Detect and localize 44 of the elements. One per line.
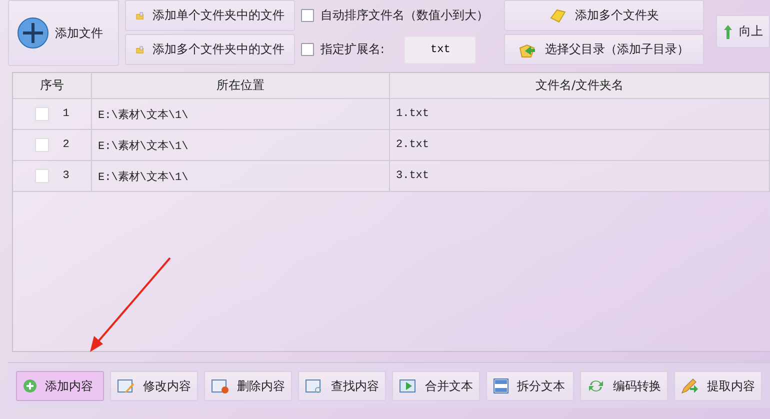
up-button[interactable]: 向上 [716, 15, 770, 48]
extension-field[interactable]: txt [404, 36, 476, 64]
location-cell: E:\素材\文本\1\ [92, 99, 390, 130]
column-header[interactable]: 文件名/文件夹名 [390, 73, 770, 99]
edit-document-icon [117, 378, 135, 394]
add-icon [23, 379, 37, 393]
action-button[interactable]: 查找内容 [298, 371, 386, 401]
location-cell: E:\素材\文本\1\ [92, 130, 390, 161]
checkbox[interactable] [301, 9, 314, 22]
location-cell: E:\素材\文本\1\ [92, 161, 390, 192]
split-icon [493, 378, 509, 394]
add-folders-button[interactable]: 添加多个文件夹 [504, 0, 704, 31]
action-button[interactable]: 编码转换 [580, 371, 668, 401]
add-files-button[interactable]: 添加单个文件夹中的文件 [125, 0, 296, 31]
row-checkbox[interactable] [34, 107, 49, 121]
file-name-cell: 1.txt [390, 99, 770, 130]
add-file-button[interactable]: 添加文件 [8, 0, 120, 66]
add-files-button[interactable]: 添加多个文件夹中的文件 [125, 34, 296, 65]
search-document-icon [305, 378, 323, 394]
action-button[interactable]: 合并文本 [392, 371, 480, 401]
up-arrow-icon [723, 24, 733, 40]
refresh-icon [587, 378, 605, 394]
checkbox-label: 指定扩展名: [320, 41, 384, 58]
delete-document-icon [211, 378, 229, 394]
action-button[interactable]: 添加内容 [16, 371, 104, 401]
action-button[interactable]: 拆分文本 [486, 371, 574, 401]
row-number: 1 [62, 108, 70, 120]
file-name-cell: 3.txt [390, 161, 770, 192]
row-number: 3 [62, 170, 70, 182]
checkbox[interactable] [301, 43, 314, 56]
row-number: 2 [62, 139, 70, 151]
checkbox-label: 自动排序文件名（数值小到大） [320, 7, 488, 24]
action-button[interactable]: 提取内容 [674, 371, 762, 401]
column-header[interactable]: 所在位置 [92, 73, 390, 99]
pencil-arrow-icon [681, 378, 699, 394]
add-icon [17, 17, 49, 49]
file-name-cell: 2.txt [390, 130, 770, 161]
merge-icon [399, 378, 417, 394]
select-parent-folder-button[interactable]: 选择父目录（添加子目录） [504, 34, 704, 65]
row-checkbox[interactable] [34, 138, 49, 152]
row-checkbox[interactable] [34, 169, 49, 183]
column-header[interactable]: 序号 [13, 73, 92, 99]
action-button[interactable]: 删除内容 [204, 371, 292, 401]
action-button[interactable]: 修改内容 [110, 371, 198, 401]
